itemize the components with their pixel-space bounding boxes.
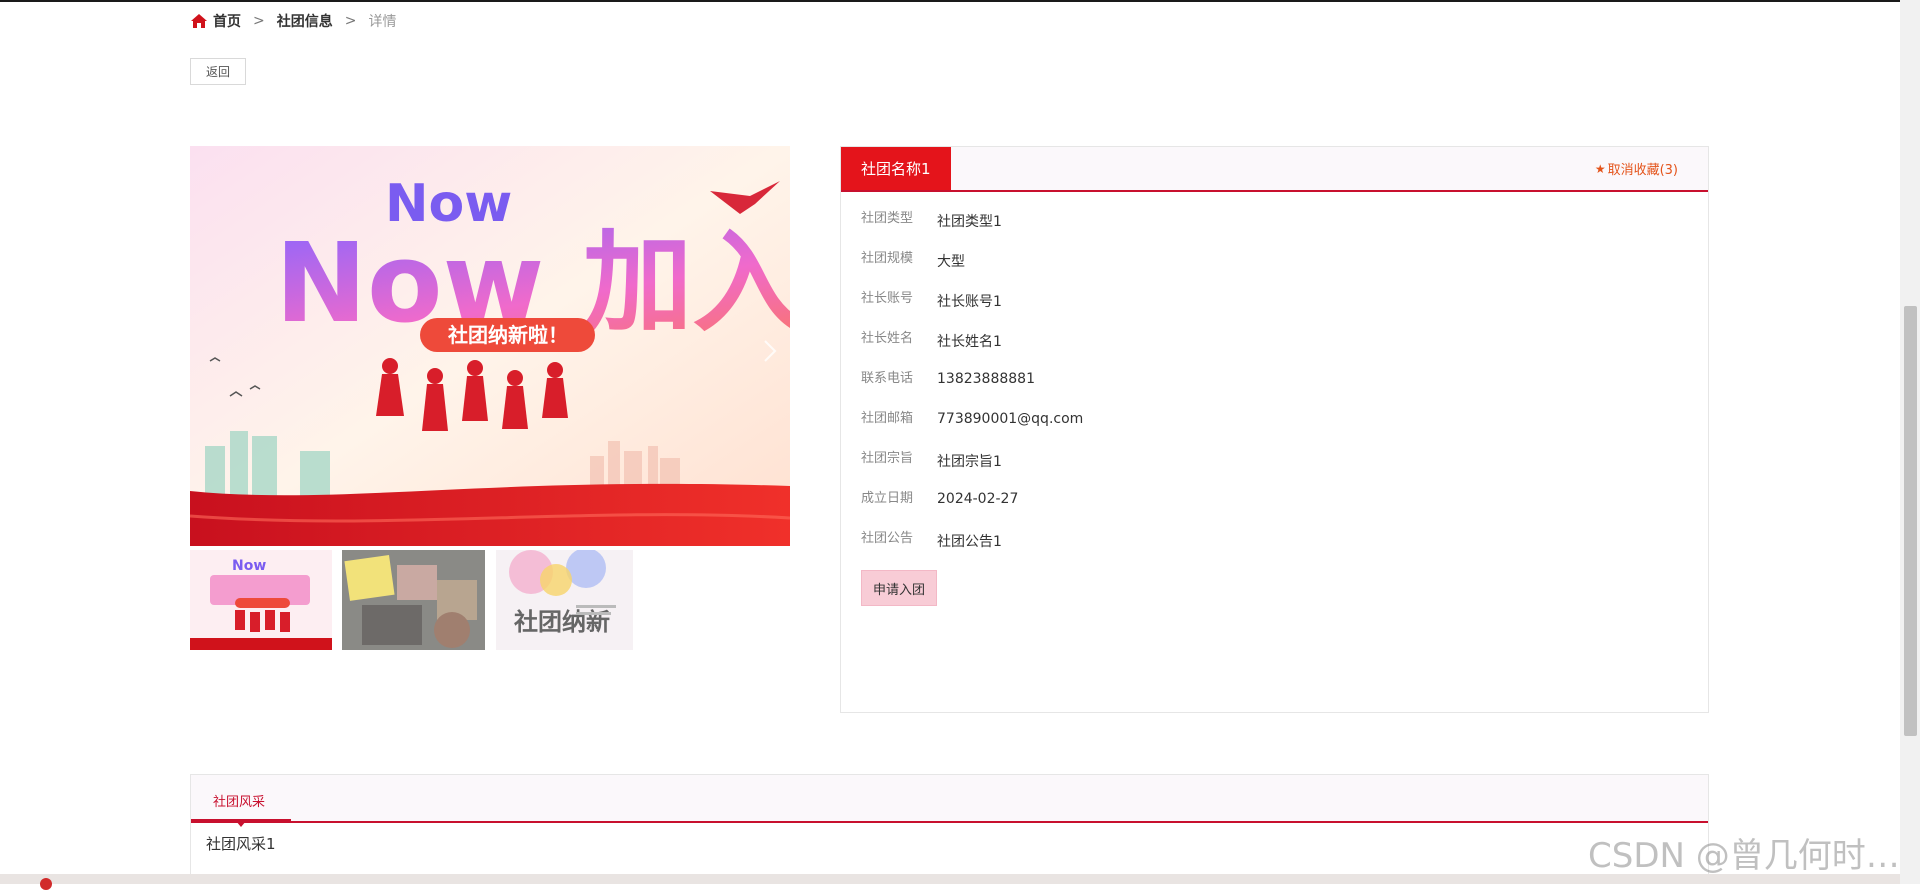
- apply-join-button[interactable]: 申请入团: [861, 570, 937, 606]
- info-row-size: 社团规模 大型: [861, 245, 1083, 285]
- top-border: [0, 0, 1920, 2]
- info-row-leader-account: 社长账号 社长账号1: [861, 285, 1083, 325]
- club-style-panel: 社团风采 社团风采1: [190, 774, 1709, 884]
- info-header: 社团名称1 ★ 取消收藏(3): [841, 147, 1708, 192]
- info-row-purpose: 社团宗旨 社团宗旨1: [861, 445, 1083, 485]
- info-row-type: 社团类型 社团类型1: [861, 205, 1083, 245]
- thumbnail-1[interactable]: Now: [190, 550, 332, 650]
- field-label: 社团宗旨: [861, 451, 914, 466]
- field-label: 联系电话: [861, 371, 914, 386]
- field-label: 社团公告: [861, 531, 914, 546]
- field-value: 社团类型1: [937, 214, 1002, 230]
- info-row-phone: 联系电话 13823888881: [861, 365, 1083, 405]
- breadcrumb-home[interactable]: 首页: [213, 11, 241, 31]
- thumbnail-2[interactable]: [342, 550, 485, 650]
- page-scrollbar[interactable]: [1900, 0, 1920, 884]
- thumbnail-3[interactable]: 社团纳新: [496, 550, 633, 650]
- field-value: 社长姓名1: [937, 334, 1002, 350]
- main-gallery-image: Now Now 加入我们 社团纳新啦！: [190, 146, 790, 546]
- back-button[interactable]: 返回: [190, 58, 246, 85]
- star-icon: ★: [1594, 161, 1606, 176]
- club-info-panel: 社团名称1 ★ 取消收藏(3) 社团类型 社团类型1 社团规模 大型 社长账号 …: [840, 146, 1709, 713]
- breadcrumb: 首页 > 社团信息 > 详情: [190, 11, 396, 31]
- club-name-tab: 社团名称1: [841, 147, 951, 190]
- tab-caret-icon: [236, 821, 246, 827]
- field-value: 社团宗旨1: [937, 454, 1002, 470]
- bottom-tabbar: 社团风采: [191, 775, 1708, 827]
- scrollbar-thumb[interactable]: [1904, 306, 1917, 736]
- info-row-announcement: 社团公告 社团公告1: [861, 525, 1083, 565]
- field-value: 社团公告1: [937, 534, 1002, 550]
- club-style-content: 社团风采1: [206, 835, 276, 853]
- info-row-leader-name: 社长姓名 社长姓名1: [861, 325, 1083, 365]
- favorite-label: 取消收藏(3): [1607, 163, 1678, 178]
- info-row-email: 社团邮箱 773890001@qq.com: [861, 405, 1083, 445]
- info-rows: 社团类型 社团类型1 社团规模 大型 社长账号 社长账号1 社长姓名 社长姓名1…: [861, 205, 1083, 565]
- field-label: 社长姓名: [861, 331, 914, 346]
- breadcrumb-current: 详情: [368, 14, 397, 30]
- field-value: 大型: [937, 254, 965, 270]
- banner-subtitle: 社团纳新啦！: [447, 323, 568, 347]
- field-value: 13823888881: [937, 371, 1035, 387]
- field-value: 2024-02-27: [937, 491, 1019, 507]
- breadcrumb-club-info[interactable]: 社团信息: [277, 11, 333, 31]
- home-icon[interactable]: [190, 13, 208, 29]
- info-row-founded-date: 成立日期 2024-02-27: [861, 485, 1083, 525]
- unfavorite-button[interactable]: ★ 取消收藏(3): [1595, 147, 1678, 190]
- svg-text:Now: Now: [232, 558, 266, 574]
- field-label: 社团邮箱: [861, 411, 914, 426]
- field-value: 社长账号1: [937, 294, 1002, 310]
- field-value: 773890001@qq.com: [937, 411, 1084, 427]
- tab-club-style[interactable]: 社团风采: [213, 775, 265, 821]
- breadcrumb-separator: >: [253, 13, 265, 29]
- field-label: 成立日期: [861, 491, 914, 506]
- field-label: 社长账号: [861, 291, 914, 306]
- taskbar-app-icon[interactable]: [40, 878, 52, 890]
- breadcrumb-separator: >: [344, 13, 357, 29]
- field-label: 社团规模: [861, 251, 914, 266]
- watermark: CSDN @曾几何时…: [1588, 836, 1900, 876]
- field-label: 社团类型: [861, 211, 914, 226]
